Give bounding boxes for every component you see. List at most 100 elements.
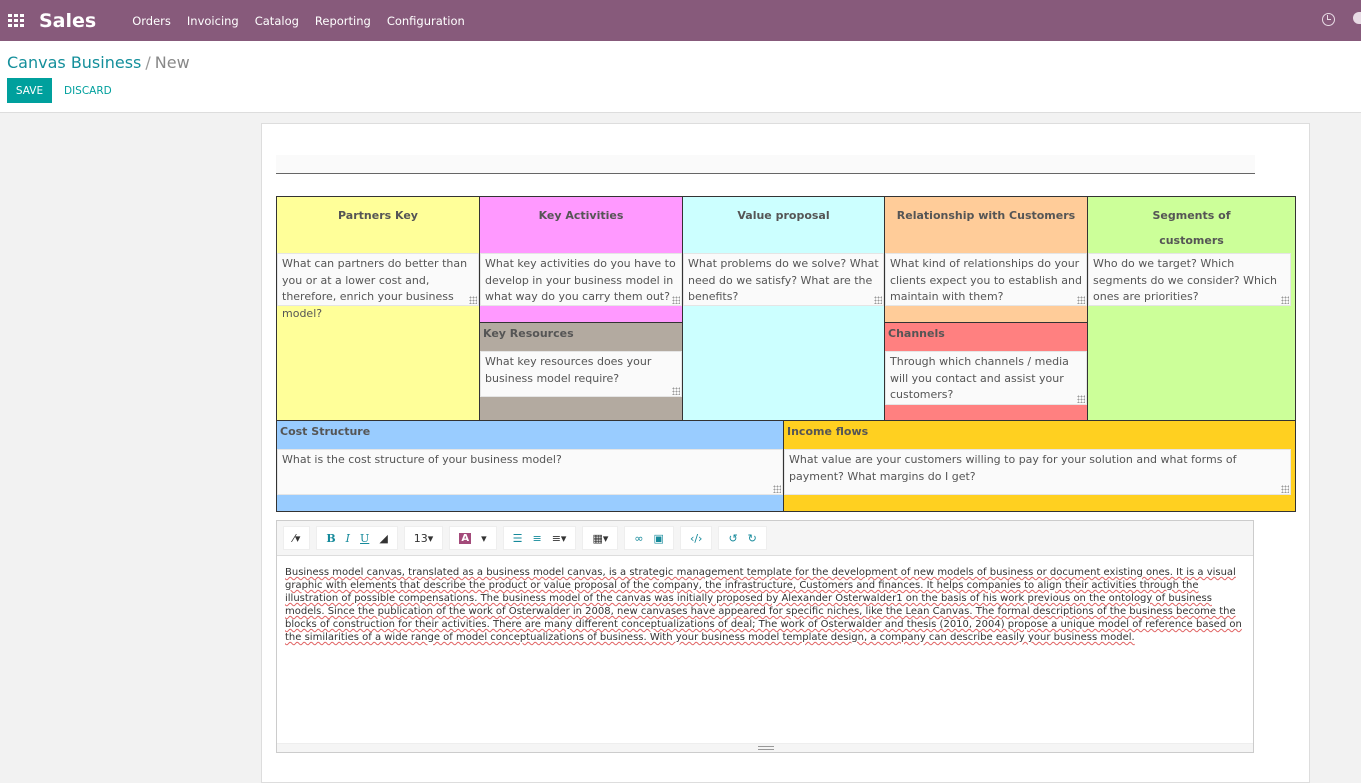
cost-structure-text: What is the cost structure of your busin… xyxy=(282,453,562,466)
menu-invoicing[interactable]: Invoicing xyxy=(187,14,239,28)
cost-structure-cell: Cost Structure What is the cost structur… xyxy=(277,421,784,511)
cost-structure-title: Cost Structure xyxy=(280,425,371,438)
key-activities-text: What key activities do you have to devel… xyxy=(485,257,676,303)
value-proposal-textarea[interactable]: What problems do we solve? What need do … xyxy=(683,253,884,306)
menu-reporting[interactable]: Reporting xyxy=(315,14,371,28)
relationship-title: Relationship with Customers xyxy=(896,209,1076,222)
resize-handle-icon[interactable] xyxy=(1281,296,1289,304)
bold-icon[interactable]: B xyxy=(321,527,340,549)
resize-handle-icon[interactable] xyxy=(773,485,781,493)
key-activities-textarea[interactable]: What key activities do you have to devel… xyxy=(480,253,682,306)
breadcrumb-parent[interactable]: Canvas Business xyxy=(7,53,141,72)
partners-key-title: Partners Key xyxy=(338,209,418,222)
income-flows-textarea[interactable]: What value are your customers willing to… xyxy=(784,449,1291,495)
text-color-icon[interactable]: A xyxy=(454,527,476,549)
apps-menu-icon[interactable] xyxy=(8,14,24,27)
channels-title: Channels xyxy=(888,327,945,340)
resize-handle-icon[interactable] xyxy=(874,296,882,304)
unordered-list-icon[interactable]: ☰ xyxy=(508,527,528,549)
relationship-text: What kind of relationships do your clien… xyxy=(890,257,1082,303)
resize-handle-icon[interactable] xyxy=(469,296,477,304)
resize-handle-icon[interactable] xyxy=(672,296,680,304)
history-group: ↺ ↻ xyxy=(718,526,767,550)
breadcrumb-separator: / xyxy=(145,53,151,72)
partners-key-textarea[interactable]: What can partners do better than you or … xyxy=(277,253,479,320)
key-activities-title: Key Activities xyxy=(538,209,624,222)
form-sheet: Partners Key What can partners do better… xyxy=(261,123,1310,783)
app-title[interactable]: Sales xyxy=(39,10,96,32)
segments-title: Segments of customers xyxy=(1088,203,1295,253)
color-group: A ▾ xyxy=(449,526,497,550)
resize-handle-icon[interactable] xyxy=(1077,395,1085,403)
income-flows-cell: Income flows What value are your custome… xyxy=(784,421,1295,511)
image-icon[interactable]: ▣ xyxy=(649,527,669,549)
segments-title-line2: customers xyxy=(1159,234,1224,247)
discard-button[interactable]: DISCARD xyxy=(58,78,118,103)
value-proposal-cell: Value proposal What problems do we solve… xyxy=(683,197,885,421)
value-proposal-title: Value proposal xyxy=(737,209,830,222)
color-dropdown-icon[interactable]: ▾ xyxy=(476,527,492,549)
paragraph-align-icon[interactable]: ≡▾ xyxy=(547,527,572,549)
list-group: ☰ ≡ ≡▾ xyxy=(502,526,577,550)
name-field[interactable] xyxy=(276,155,1255,174)
income-flows-text: What value are your customers willing to… xyxy=(789,453,1237,483)
key-resources-textarea[interactable]: What key resources does your business mo… xyxy=(480,351,682,397)
chat-icon[interactable] xyxy=(1353,12,1361,24)
partners-key-cell: Partners Key What can partners do better… xyxy=(277,197,480,421)
resize-handle-icon[interactable] xyxy=(1077,296,1085,304)
font-size-group: 13 ▾ xyxy=(403,526,444,550)
menu-orders[interactable]: Orders xyxy=(132,14,171,28)
code-group: ‹/› xyxy=(679,526,713,550)
segments-cell: Segments of customers Who do we target? … xyxy=(1088,197,1295,421)
insert-group: ∞ ▣ xyxy=(624,526,674,550)
top-navbar: Sales Orders Invoicing Catalog Reporting… xyxy=(0,0,1361,41)
style-group: ⁄▾ xyxy=(283,526,311,550)
grip-icon[interactable] xyxy=(758,746,774,750)
segments-textarea[interactable]: Who do we target? Which segments do we c… xyxy=(1088,253,1291,306)
font-size-value: 13 xyxy=(413,531,428,545)
code-view-icon[interactable]: ‹/› xyxy=(685,527,708,549)
underline-icon[interactable]: U xyxy=(355,527,374,549)
format-group: B I U ◢ xyxy=(316,526,398,550)
menu-catalog[interactable]: Catalog xyxy=(255,14,299,28)
business-model-canvas: Partners Key What can partners do better… xyxy=(276,196,1296,512)
activity-clock-icon[interactable] xyxy=(1322,13,1335,26)
italic-icon[interactable]: I xyxy=(341,527,355,549)
ordered-list-icon[interactable]: ≡ xyxy=(527,527,546,549)
save-button[interactable]: SAVE xyxy=(7,78,52,103)
eraser-icon[interactable]: ◢ xyxy=(374,527,392,549)
relationship-textarea[interactable]: What kind of relationships do your clien… xyxy=(885,253,1087,306)
relationship-cell: Relationship with Customers What kind of… xyxy=(885,197,1088,323)
editor-content[interactable]: Business model canvas, translated as a b… xyxy=(277,556,1253,654)
main-menu: Orders Invoicing Catalog Reporting Confi… xyxy=(132,14,481,28)
partners-key-text: What can partners do better than you or … xyxy=(282,257,468,320)
table-icon[interactable]: ▦▾ xyxy=(587,527,613,549)
table-group: ▦▾ xyxy=(582,526,619,550)
editor-resize-bar[interactable] xyxy=(277,743,1253,752)
resize-handle-icon[interactable] xyxy=(672,387,680,395)
channels-textarea[interactable]: Through which channels / media will you … xyxy=(885,351,1087,405)
key-resources-cell: Key Resources What key resources does yo… xyxy=(480,323,683,421)
cost-structure-textarea[interactable]: What is the cost structure of your busin… xyxy=(277,449,783,495)
segments-title-line1: Segments of xyxy=(1152,209,1231,222)
channels-cell: Channels Through which channels / media … xyxy=(885,323,1088,421)
undo-icon[interactable]: ↺ xyxy=(723,527,742,549)
control-panel: Canvas Business / New SAVE DISCARD xyxy=(0,41,1361,113)
link-icon[interactable]: ∞ xyxy=(629,527,648,549)
breadcrumb: Canvas Business / New xyxy=(7,53,190,72)
font-size-dropdown[interactable]: 13 ▾ xyxy=(409,527,439,549)
key-activities-cell: Key Activities What key activities do yo… xyxy=(480,197,683,323)
editor-toolbar: ⁄▾ B I U ◢ 13 ▾ A ▾ ☰ ≡ ≡▾ ▦▾ ∞ ▣ ‹/› ↺ … xyxy=(277,521,1253,556)
segments-text: Who do we target? Which segments do we c… xyxy=(1093,257,1278,303)
magic-wand-icon[interactable]: ⁄▾ xyxy=(288,527,305,549)
income-flows-title: Income flows xyxy=(787,425,869,438)
description-editor: ⁄▾ B I U ◢ 13 ▾ A ▾ ☰ ≡ ≡▾ ▦▾ ∞ ▣ ‹/› ↺ … xyxy=(276,520,1254,753)
value-proposal-text: What problems do we solve? What need do … xyxy=(688,257,879,303)
key-resources-text: What key resources does your business mo… xyxy=(485,355,652,385)
menu-configuration[interactable]: Configuration xyxy=(387,14,465,28)
redo-icon[interactable]: ↻ xyxy=(743,527,762,549)
key-resources-title: Key Resources xyxy=(483,327,574,340)
channels-text: Through which channels / media will you … xyxy=(890,355,1069,401)
resize-handle-icon[interactable] xyxy=(1281,485,1289,493)
breadcrumb-current: New xyxy=(154,53,190,72)
